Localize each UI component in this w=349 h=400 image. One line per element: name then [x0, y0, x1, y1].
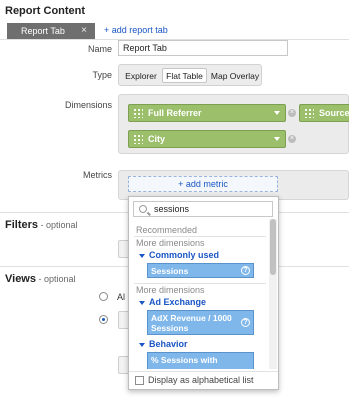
tab-report[interactable]: Report Tab ×	[7, 23, 95, 39]
metric-list[interactable]: Recommended More dimensions Commonly use…	[129, 219, 268, 369]
group-behavior[interactable]: Behavior	[139, 339, 188, 349]
collapse-arrow-icon	[139, 300, 145, 305]
group-label: Ad Exchange	[149, 297, 207, 307]
recommended-header: Recommended	[136, 225, 198, 235]
dimension-chip-label: Full Referrer	[148, 108, 202, 118]
help-icon[interactable]: ?	[241, 318, 250, 327]
drag-handle-icon[interactable]	[133, 108, 143, 118]
add-report-tab-link[interactable]: + add report tab	[104, 25, 168, 35]
metric-search-dropdown: sessions Recommended More dimensions Com…	[128, 196, 279, 390]
type-segmented-control: Explorer Flat Table Map Overlay	[118, 64, 262, 86]
views-all-label: Al	[117, 292, 126, 302]
views-optional-note: - optional	[36, 274, 76, 284]
group-ad-exchange[interactable]: Ad Exchange	[139, 297, 206, 307]
report-content-title: Report Content	[5, 5, 86, 17]
collapse-arrow-icon	[139, 253, 145, 258]
filters-optional-note: - optional	[38, 220, 78, 230]
metric-option-sessions[interactable]: Sessions ?	[147, 263, 254, 278]
dimension-chip-city[interactable]: City	[128, 130, 286, 148]
tab-label: Report Tab	[21, 26, 65, 36]
metric-option-label: % Sessions with	[151, 355, 218, 365]
group-label: Commonly used	[149, 250, 220, 260]
alphabetical-checkbox-label: Display as alphabetical list	[148, 375, 254, 385]
group-commonly-used[interactable]: Commonly used	[139, 250, 219, 260]
remove-icon[interactable]: ×	[288, 109, 296, 117]
drag-handle-icon[interactable]	[133, 134, 143, 144]
metrics-label: Metrics	[83, 170, 112, 180]
drag-handle-icon[interactable]	[304, 108, 314, 118]
views-section-title: Views - optional	[5, 273, 76, 285]
chevron-down-icon[interactable]	[274, 137, 280, 141]
dropdown-footer: Display as alphabetical list	[129, 371, 278, 389]
dimension-chip-full-referrer[interactable]: Full Referrer	[128, 104, 286, 122]
metric-search-box[interactable]: sessions	[133, 201, 273, 217]
scrollbar-thumb[interactable]	[270, 219, 276, 275]
metric-option-label: AdX Revenue / 1000 Sessions	[151, 313, 232, 333]
more-dimensions-header: More dimensions	[136, 238, 205, 248]
dimension-chip-label: City	[148, 134, 166, 144]
group-label: Behavior	[149, 339, 188, 349]
metric-option-sessions-with[interactable]: % Sessions with	[147, 352, 254, 369]
views-title: Views	[5, 273, 36, 285]
filters-section-title: Filters - optional	[5, 219, 78, 231]
collapse-arrow-icon	[139, 342, 145, 347]
more-dimensions-header: More dimensions	[136, 285, 205, 295]
views-all-radio[interactable]	[99, 292, 108, 301]
type-explorer-button[interactable]: Explorer	[122, 68, 160, 83]
dimension-chip-label: Source	[319, 108, 349, 118]
list-divider	[134, 283, 266, 284]
metric-option-adx-revenue[interactable]: AdX Revenue / 1000 Sessions ?	[147, 310, 254, 335]
name-label: Name	[87, 44, 112, 54]
type-label: Type	[92, 70, 112, 80]
dimensions-label: Dimensions	[64, 100, 112, 110]
help-icon[interactable]: ?	[241, 266, 250, 275]
dropdown-scrollbar[interactable]	[269, 219, 277, 369]
views-selected-radio[interactable]	[99, 315, 108, 324]
alphabetical-checkbox[interactable]	[135, 376, 144, 385]
remove-icon[interactable]: ×	[288, 135, 296, 143]
type-flat-table-button[interactable]: Flat Table	[162, 68, 207, 83]
chevron-down-icon[interactable]	[274, 111, 280, 115]
filters-title: Filters	[5, 219, 39, 231]
add-metric-button[interactable]: + add metric	[128, 176, 278, 192]
metric-option-label: Sessions	[151, 266, 189, 276]
close-icon[interactable]: ×	[81, 25, 87, 36]
list-divider	[134, 236, 266, 237]
name-input[interactable]: Report Tab	[118, 40, 288, 56]
dimensions-area: Full Referrer × Source City ×	[118, 94, 349, 154]
metric-search-input[interactable]: sessions	[154, 204, 189, 214]
dimension-chip-source[interactable]: Source	[299, 104, 349, 122]
search-icon	[139, 205, 147, 213]
type-map-overlay-button[interactable]: Map Overlay	[209, 68, 261, 83]
